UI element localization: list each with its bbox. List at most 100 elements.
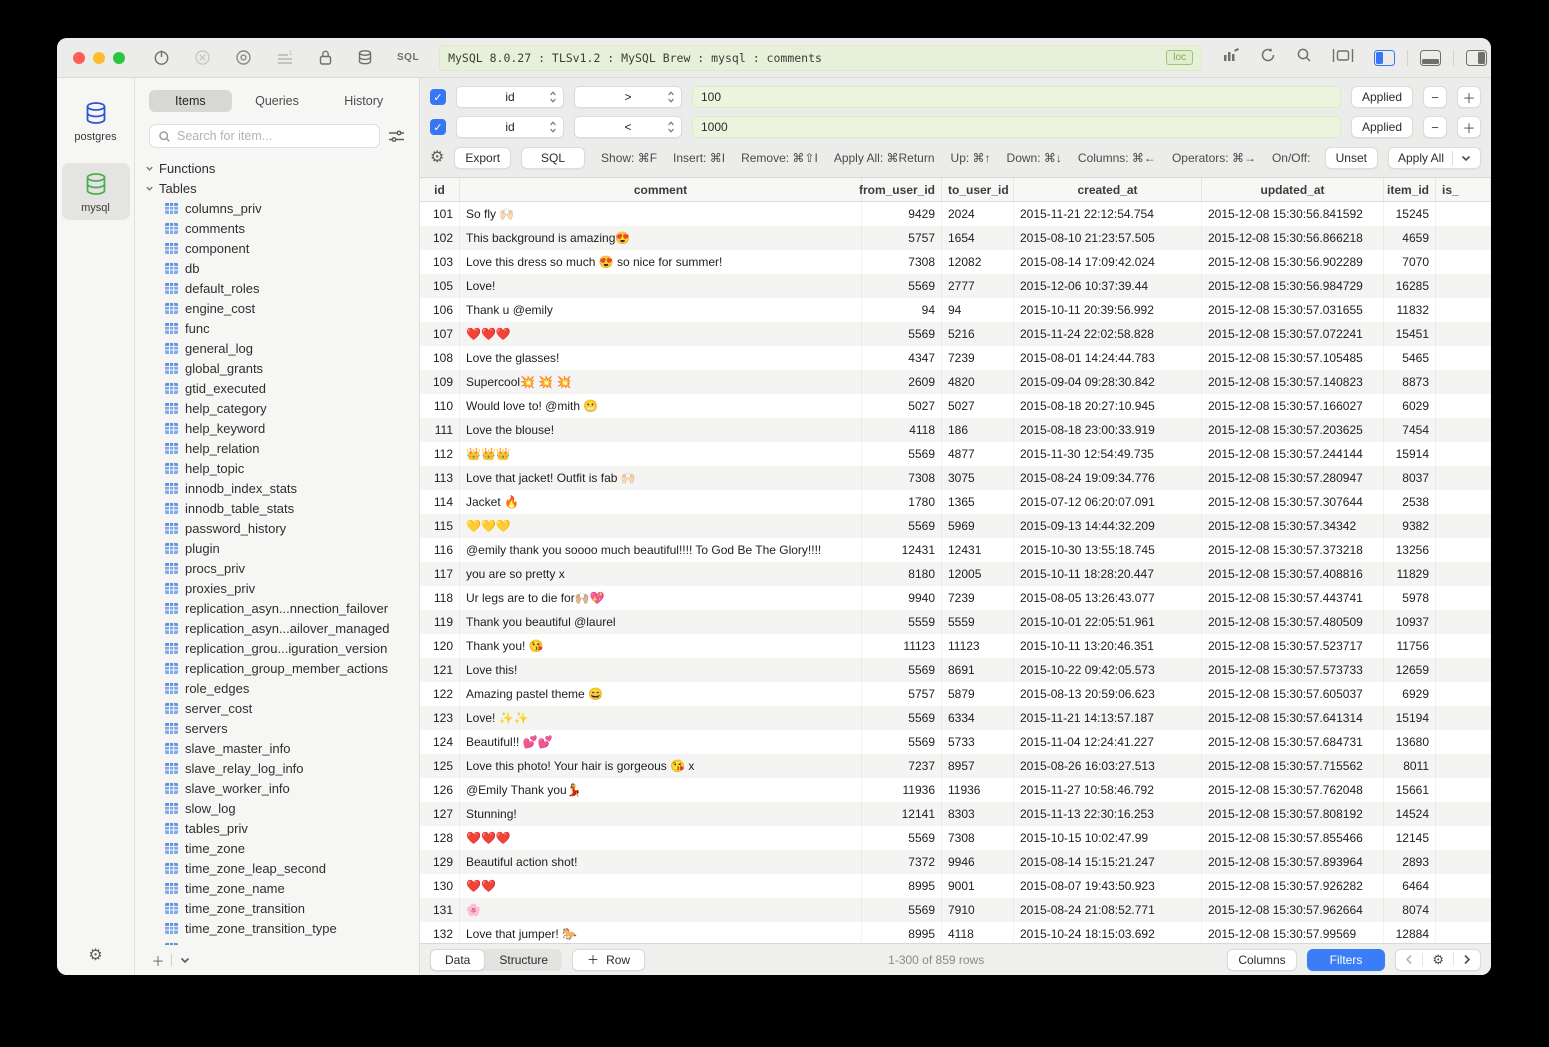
cell-from-user-id[interactable]: 5757 xyxy=(862,226,942,250)
cell-updated-at[interactable]: 2015-12-08 15:30:57.031655 xyxy=(1202,298,1384,322)
table-settings-gear-icon[interactable]: ⚙ xyxy=(1423,952,1453,968)
cell-to-user-id[interactable]: 5733 xyxy=(942,730,1014,754)
filter-sliders-icon[interactable] xyxy=(388,129,405,144)
column-header-item_id[interactable]: item_id xyxy=(1384,178,1436,201)
cell-updated-at[interactable]: 2015-12-08 15:30:57.926282 xyxy=(1202,874,1384,898)
cell-item-id[interactable]: 11829 xyxy=(1384,562,1436,586)
close-window-button[interactable] xyxy=(73,52,85,64)
cell-id[interactable]: 111 xyxy=(420,418,460,442)
sidebar-table-item[interactable]: time_zone_transition xyxy=(145,898,419,918)
cell-created-at[interactable]: 2015-10-15 10:02:47.99 xyxy=(1014,826,1202,850)
cell-from-user-id[interactable]: 11123 xyxy=(862,634,942,658)
cell-is[interactable] xyxy=(1436,658,1491,682)
table-row[interactable]: 125Love this photo! Your hair is gorgeou… xyxy=(420,754,1491,778)
cell-id[interactable]: 124 xyxy=(420,730,460,754)
cell-from-user-id[interactable]: 9429 xyxy=(862,202,942,226)
cell-comment[interactable]: @emily thank you soooo much beautiful!!!… xyxy=(460,538,862,562)
cell-comment[interactable]: you are so pretty x xyxy=(460,562,862,586)
cell-item-id[interactable]: 8037 xyxy=(1384,466,1436,490)
sidebar-table-item[interactable]: gtid_executed xyxy=(145,378,419,398)
cell-is[interactable] xyxy=(1436,394,1491,418)
filter-applied-button[interactable]: Applied xyxy=(1351,86,1413,108)
cell-is[interactable] xyxy=(1436,418,1491,442)
sidebar-table-item[interactable]: component xyxy=(145,238,419,258)
cell-to-user-id[interactable]: 8957 xyxy=(942,754,1014,778)
toggle-left-panel-icon[interactable] xyxy=(1374,50,1395,66)
cell-created-at[interactable]: 2015-11-13 22:30:16.253 xyxy=(1014,802,1202,826)
cell-id[interactable]: 120 xyxy=(420,634,460,658)
cell-comment[interactable]: Love that jacket! Outfit is fab 🙌🏻 xyxy=(460,466,862,490)
cell-id[interactable]: 101 xyxy=(420,202,460,226)
cell-to-user-id[interactable]: 4877 xyxy=(942,442,1014,466)
cell-from-user-id[interactable]: 8995 xyxy=(862,922,942,943)
table-row[interactable]: 129Beautiful action shot!737299462015-08… xyxy=(420,850,1491,874)
cell-to-user-id[interactable]: 5559 xyxy=(942,610,1014,634)
cell-comment[interactable]: Thank you! 😘 xyxy=(460,634,862,658)
cell-is[interactable] xyxy=(1436,802,1491,826)
cell-id[interactable]: 118 xyxy=(420,586,460,610)
table-row[interactable]: 105Love!556927772015-12-06 10:37:39.4420… xyxy=(420,274,1491,298)
cell-from-user-id[interactable]: 94 xyxy=(862,298,942,322)
cell-comment[interactable]: Thank u @emily xyxy=(460,298,862,322)
table-row[interactable]: 121Love this!556986912015-10-22 09:42:05… xyxy=(420,658,1491,682)
table-row[interactable]: 127Stunning!1214183032015-11-13 22:30:16… xyxy=(420,802,1491,826)
cell-updated-at[interactable]: 2015-12-08 15:30:57.140823 xyxy=(1202,370,1384,394)
filters-button[interactable]: Filters xyxy=(1307,949,1386,971)
cell-item-id[interactable]: 11756 xyxy=(1384,634,1436,658)
cell-from-user-id[interactable]: 5569 xyxy=(862,730,942,754)
table-row[interactable]: 119Thank you beautiful @laurel5559555920… xyxy=(420,610,1491,634)
sidebar-table-item[interactable]: time_zone_leap_second xyxy=(145,858,419,878)
cell-to-user-id[interactable]: 12082 xyxy=(942,250,1014,274)
cell-item-id[interactable]: 13680 xyxy=(1384,730,1436,754)
column-header-created_at[interactable]: created_at xyxy=(1014,178,1202,201)
cell-is[interactable] xyxy=(1436,298,1491,322)
cell-from-user-id[interactable]: 5569 xyxy=(862,322,942,346)
cell-is[interactable] xyxy=(1436,562,1491,586)
table-row[interactable]: 114Jacket 🔥178013652015-07-12 06:20:07.0… xyxy=(420,490,1491,514)
cell-updated-at[interactable]: 2015-12-08 15:30:57.408816 xyxy=(1202,562,1384,586)
sidebar-table-item[interactable]: innodb_index_stats xyxy=(145,478,419,498)
cell-created-at[interactable]: 2015-11-21 14:13:57.187 xyxy=(1014,706,1202,730)
filter-enabled-checkbox[interactable]: ✓ xyxy=(430,89,446,105)
cell-item-id[interactable]: 15914 xyxy=(1384,442,1436,466)
cell-from-user-id[interactable]: 11936 xyxy=(862,778,942,802)
cell-is[interactable] xyxy=(1436,538,1491,562)
sidebar-table-item[interactable]: servers xyxy=(145,718,419,738)
cell-item-id[interactable]: 4659 xyxy=(1384,226,1436,250)
data-view-tab[interactable]: Data xyxy=(430,949,485,971)
filter-enabled-checkbox[interactable]: ✓ xyxy=(430,119,446,135)
cell-updated-at[interactable]: 2015-12-08 15:30:56.841592 xyxy=(1202,202,1384,226)
cell-updated-at[interactable]: 2015-12-08 15:30:57.99569 xyxy=(1202,922,1384,943)
sidebar-table-item[interactable]: user xyxy=(145,938,419,945)
cell-comment[interactable]: This background is amazing😍 xyxy=(460,226,862,250)
cell-from-user-id[interactable]: 12141 xyxy=(862,802,942,826)
previous-page-button[interactable] xyxy=(1396,954,1422,965)
cell-to-user-id[interactable]: 12005 xyxy=(942,562,1014,586)
cell-id[interactable]: 130 xyxy=(420,874,460,898)
cell-item-id[interactable]: 8873 xyxy=(1384,370,1436,394)
cell-updated-at[interactable]: 2015-12-08 15:30:57.962664 xyxy=(1202,898,1384,922)
sidebar-table-item[interactable]: slow_log xyxy=(145,798,419,818)
cell-from-user-id[interactable]: 12431 xyxy=(862,538,942,562)
cell-created-at[interactable]: 2015-12-06 10:37:39.44 xyxy=(1014,274,1202,298)
sidebar-table-item[interactable]: help_topic xyxy=(145,458,419,478)
cell-created-at[interactable]: 2015-11-30 12:54:49.735 xyxy=(1014,442,1202,466)
cell-created-at[interactable]: 2015-08-14 15:15:21.247 xyxy=(1014,850,1202,874)
sidebar-table-item[interactable]: columns_priv xyxy=(145,198,419,218)
column-header-comment[interactable]: comment xyxy=(460,178,862,201)
table-row[interactable]: 120Thank you! 😘11123111232015-10-11 13:2… xyxy=(420,634,1491,658)
cell-to-user-id[interactable]: 7239 xyxy=(942,346,1014,370)
cell-item-id[interactable]: 16285 xyxy=(1384,274,1436,298)
cell-to-user-id[interactable]: 12431 xyxy=(942,538,1014,562)
lock-icon[interactable] xyxy=(318,49,333,66)
connect-icon[interactable] xyxy=(153,49,170,66)
cell-updated-at[interactable]: 2015-12-08 15:30:57.808192 xyxy=(1202,802,1384,826)
sidebar-table-item[interactable]: func xyxy=(145,318,419,338)
cell-from-user-id[interactable]: 7372 xyxy=(862,850,942,874)
cell-from-user-id[interactable]: 5569 xyxy=(862,826,942,850)
cell-to-user-id[interactable]: 7239 xyxy=(942,586,1014,610)
cell-item-id[interactable]: 14524 xyxy=(1384,802,1436,826)
cell-created-at[interactable]: 2015-11-04 12:24:41.227 xyxy=(1014,730,1202,754)
table-row[interactable]: 112👑👑👑556948772015-11-30 12:54:49.735201… xyxy=(420,442,1491,466)
filter-value-input[interactable] xyxy=(692,116,1341,138)
